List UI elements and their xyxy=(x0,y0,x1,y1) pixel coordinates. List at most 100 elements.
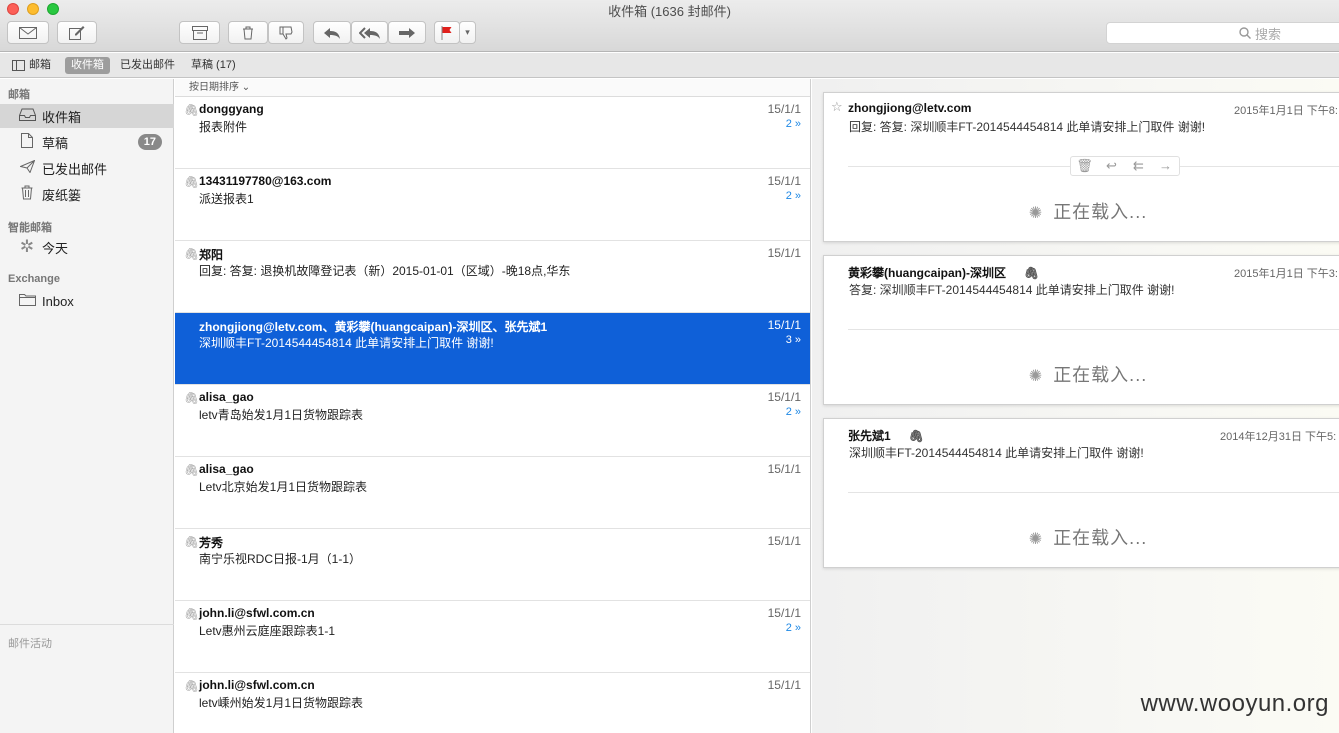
loading-text: 正在载入... xyxy=(1053,202,1148,222)
message-date: 15/1/1 xyxy=(767,390,801,404)
get-mail-button[interactable] xyxy=(7,21,49,44)
thread-message-card[interactable]: 张先斌1 🖇 2014年12月31日 下午5: 深圳顺丰FT-2014544454… xyxy=(823,418,1339,568)
loading-indicator: ✺ 正在载入... xyxy=(824,198,1339,224)
paperclip-icon: 🖇 xyxy=(184,391,200,405)
paperclip-icon: 🖇 xyxy=(184,463,200,477)
list-item[interactable]: 🖇 郑阳 回复: 答复: 退换机故障登记表（新）2015-01-01（区域）-晚… xyxy=(175,241,810,313)
compose-button[interactable] xyxy=(57,21,97,44)
message-from: 芳秀 xyxy=(199,536,224,550)
thread-count[interactable]: 3 » xyxy=(786,334,801,346)
divider xyxy=(848,329,1339,330)
message-from: donggyang xyxy=(199,102,264,116)
inbox-tray-icon xyxy=(18,108,36,124)
fav-sent[interactable]: 已发出邮件 xyxy=(114,57,181,74)
list-item[interactable]: 🖇 alisa_gao letv青岛始发1月1日货物跟踪表 15/1/1 2 » xyxy=(175,385,810,457)
gear-icon: ✲ xyxy=(19,237,35,256)
compose-icon xyxy=(69,25,85,40)
flag-button[interactable] xyxy=(434,21,460,44)
search-field[interactable]: 搜索 xyxy=(1106,22,1339,44)
thread-count[interactable]: 2 » xyxy=(786,118,801,130)
card-date: 2014年12月31日 下午5: xyxy=(1220,431,1337,443)
reading-pane: ☆ zhongjiong@letv.com 2015年1月1日 下午8: 回复:… xyxy=(812,79,1339,733)
trash-icon xyxy=(18,185,36,203)
flag-icon xyxy=(441,25,452,40)
message-date: 15/1/1 xyxy=(767,102,801,116)
message-subject: letv青岛始发1月1日货物跟踪表 xyxy=(199,408,364,422)
fav-mailboxes-label: 邮箱 xyxy=(29,59,51,71)
drafts-count-badge: 17 xyxy=(137,134,162,150)
fav-inbox[interactable]: 收件箱 xyxy=(65,57,110,74)
paperclip-icon: 🖇 xyxy=(184,679,200,693)
list-item[interactable]: 🖇 john.li@sfwl.com.cn letv嵊州始发1月1日货物跟踪表 … xyxy=(175,673,810,733)
message-from: 13431197780@163.com xyxy=(199,174,332,188)
thread-message-card[interactable]: 黄彩攀(huangcaipan)-深圳区 🖇 2015年1月1日 下午3: 答复:… xyxy=(823,255,1339,405)
paper-plane-icon xyxy=(18,159,36,176)
message-date: 15/1/1 xyxy=(767,246,801,260)
junk-button[interactable] xyxy=(268,21,304,44)
paperclip-icon: 🖇 xyxy=(184,607,200,621)
window-title: 收件箱 (1636 封邮件) xyxy=(608,4,731,19)
forward-arrow-icon[interactable]: → xyxy=(1152,157,1179,175)
reply-all-icon[interactable]: ⇇ xyxy=(1125,157,1152,175)
trash-icon[interactable]: 🗑 xyxy=(1071,157,1098,175)
favorites-bar: 邮箱 收件箱 已发出邮件 草稿 (17) xyxy=(0,53,1339,78)
spinner-icon: ✺ xyxy=(1028,205,1044,222)
paperclip-icon: 🖇 xyxy=(184,103,200,117)
message-actions: 🗑 ↩ ⇇ → xyxy=(1070,156,1180,176)
mailboxes-toggle[interactable]: 邮箱 xyxy=(6,57,57,74)
paperclip-icon: 🖇 xyxy=(184,247,200,261)
list-item-selected[interactable]: zhongjiong@letv.com、黄彩攀(huangcaipan)-深圳区… xyxy=(175,313,810,385)
message-subject: 深圳顺丰FT-2014544454814 此单请安排上门取件 谢谢! xyxy=(199,336,494,350)
message-subject: 派送报表1 xyxy=(199,192,254,206)
message-date: 15/1/1 xyxy=(767,678,801,692)
card-sender-row: 张先斌1 🖇 xyxy=(848,427,924,444)
list-item[interactable]: 🖇 donggyang 报表附件 15/1/1 2 » xyxy=(175,97,810,169)
list-item[interactable]: 🖇 芳秀 南宁乐视RDC日报-1月（1-1） 15/1/1 xyxy=(175,529,810,601)
mail-activity: 邮件活动 xyxy=(0,624,174,661)
loading-indicator: ✺ 正在载入... xyxy=(824,361,1339,387)
reply-icon[interactable]: ↩ xyxy=(1098,157,1125,175)
card-sender: 黄彩攀(huangcaipan)-深圳区 xyxy=(848,266,1006,280)
message-date: 15/1/1 xyxy=(767,462,801,476)
star-icon[interactable]: ☆ xyxy=(831,99,843,115)
flag-menu-button[interactable]: ▾ xyxy=(459,21,476,44)
thread-count[interactable]: 2 » xyxy=(786,622,801,634)
thread-message-card[interactable]: ☆ zhongjiong@letv.com 2015年1月1日 下午8: 回复:… xyxy=(823,92,1339,242)
message-subject: Letv惠州云庭座跟踪表1-1 xyxy=(199,624,336,638)
delete-button[interactable] xyxy=(228,21,268,44)
message-list[interactable]: 按日期排序 ⌄ 🖇 donggyang 报表附件 15/1/1 2 » 🖇 13… xyxy=(175,79,811,733)
sidebar-item-drafts[interactable]: 草稿 17 xyxy=(0,130,174,154)
spinner-icon: ✺ xyxy=(1028,368,1044,385)
message-date: 15/1/1 xyxy=(767,606,801,620)
sidebar-item-today[interactable]: ✲ 今天 xyxy=(0,235,174,259)
list-item[interactable]: 🖇 john.li@sfwl.com.cn Letv惠州云庭座跟踪表1-1 15… xyxy=(175,601,810,673)
message-subject: letv嵊州始发1月1日货物跟踪表 xyxy=(199,696,364,710)
sidebar-item-label: Inbox xyxy=(42,293,74,309)
document-icon xyxy=(18,133,36,151)
sidebar-item-sent[interactable]: 已发出邮件 xyxy=(0,156,174,180)
folder-icon xyxy=(18,293,36,309)
thread-count[interactable]: 2 » xyxy=(786,190,801,202)
sidebar: 邮箱 收件箱 草稿 17 已发出邮件 废纸篓 智能邮箱 ✲ 今天 Exchang… xyxy=(0,79,174,733)
card-subject: 答复: 深圳顺丰FT-2014544454814 此单请安排上门取件 谢谢! xyxy=(849,283,1175,297)
sort-control[interactable]: 按日期排序 ⌄ xyxy=(175,79,810,97)
archive-icon xyxy=(191,25,208,40)
list-item[interactable]: 🖇 13431197780@163.com 派送报表1 15/1/1 2 » xyxy=(175,169,810,241)
list-item[interactable]: 🖇 alisa_gao Letv北京始发1月1日货物跟踪表 15/1/1 xyxy=(175,457,810,529)
message-from: alisa_gao xyxy=(199,390,254,404)
archive-button[interactable] xyxy=(179,21,220,44)
sidebar-item-trash[interactable]: 废纸篓 xyxy=(0,182,174,206)
sidebar-item-exchange-inbox[interactable]: Inbox xyxy=(0,289,174,313)
fav-drafts[interactable]: 草稿 (17) xyxy=(185,57,242,74)
thread-count[interactable]: 2 » xyxy=(786,406,801,418)
title-toolbar: 收件箱 (1636 封邮件) ▾ 搜索 xyxy=(0,0,1339,52)
section-smart-mailboxes: 智能邮箱 xyxy=(8,222,52,234)
reply-all-button[interactable] xyxy=(351,21,388,44)
sidebar-item-inbox[interactable]: 收件箱 xyxy=(0,104,174,128)
reply-button[interactable] xyxy=(313,21,351,44)
forward-arrow-icon xyxy=(399,27,415,38)
paperclip-icon: 🖇 xyxy=(184,175,200,189)
message-from: zhongjiong@letv.com、黄彩攀(huangcaipan)-深圳区… xyxy=(199,320,548,334)
forward-button[interactable] xyxy=(388,21,426,44)
loading-text: 正在载入... xyxy=(1053,365,1148,385)
